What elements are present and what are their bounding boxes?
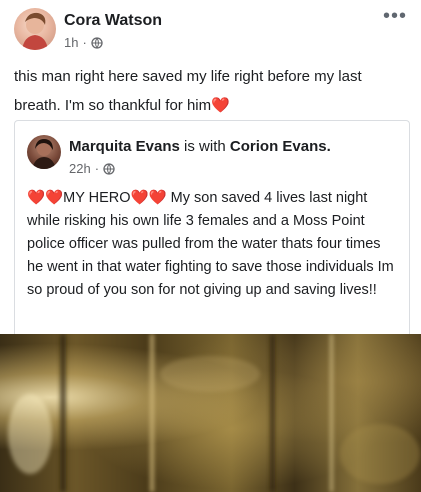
with-text: is with [184,138,226,155]
post-author-name[interactable]: Cora Watson [64,12,162,30]
more-options-icon[interactable]: ••• [383,6,407,26]
hero-text: MY HERO [63,190,131,206]
hearts-mid: ❤️❤️ [130,190,167,206]
shared-post-card[interactable]: Marquita Evans is with Corion Evans. 22h… [14,120,410,335]
hearts-lead: ❤️❤️ [27,190,64,206]
shared-body-text: My son saved 4 lives last night while ri… [27,190,394,298]
meta-separator: · [94,161,100,176]
shared-post-meta: 22h · [69,161,115,176]
shared-post-title: Marquita Evans is with Corion Evans. [69,138,331,155]
shared-author-avatar-image [32,139,56,169]
tagged-user-name[interactable]: Corion Evans. [230,138,331,155]
photo-texture [8,334,420,492]
post-meta: 1h · [64,35,103,50]
meta-separator: · [82,35,87,50]
shared-post-time[interactable]: 22h [69,161,91,176]
author-avatar[interactable] [14,8,56,50]
author-avatar-image [22,12,48,50]
post-time[interactable]: 1h [64,35,78,50]
post-text: this man right here saved my life right … [14,68,362,114]
shared-post-text: ❤️❤️MY HERO❤️❤️ My son saved 4 lives las… [27,187,399,302]
globe-icon [91,36,103,49]
post-photo[interactable] [0,334,421,492]
globe-icon [103,162,115,175]
shared-author-avatar[interactable] [27,135,61,169]
post-header: Cora Watson 1h · ••• [0,0,421,60]
shared-author-name[interactable]: Marquita Evans [69,138,180,155]
